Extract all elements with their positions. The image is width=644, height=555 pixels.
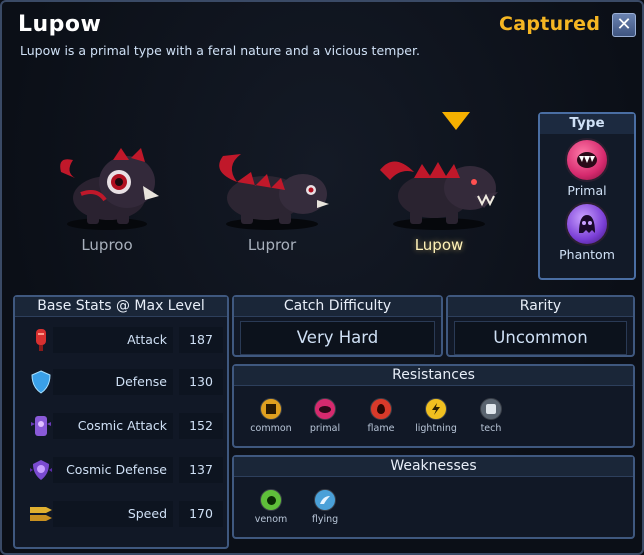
- resistances-panel: Resistances common primal flame lightnin…: [232, 364, 635, 448]
- weakness-label: venom: [254, 514, 288, 525]
- stat-row-attack: Attack 187: [23, 325, 223, 357]
- weaknesses-panel: Weaknesses venom flying: [232, 455, 635, 539]
- resistance-common[interactable]: common: [242, 398, 300, 434]
- resistance-label: primal: [309, 423, 341, 434]
- venom-element-icon: [260, 489, 282, 511]
- stat-label: Speed: [53, 501, 173, 527]
- stat-row-cosmic-defense: Cosmic Defense 137: [23, 455, 223, 487]
- stat-row-speed: Speed 170: [23, 499, 223, 531]
- shield-icon: [27, 368, 55, 396]
- common-element-icon: [260, 398, 282, 420]
- evolution-name: Luproo: [81, 236, 133, 254]
- type-panel-title: Type: [540, 114, 634, 134]
- cosmic-defense-icon: [27, 456, 55, 484]
- weakness-label: flying: [311, 514, 339, 525]
- weakness-venom[interactable]: venom: [242, 489, 300, 525]
- primal-element-icon: [314, 398, 336, 420]
- evolution-luproo[interactable]: Luproo: [42, 142, 172, 254]
- stat-value: 152: [179, 413, 223, 439]
- type-phantom[interactable]: Phantom: [540, 202, 634, 262]
- creature-description: Lupow is a primal type with a feral natu…: [20, 43, 420, 58]
- resistance-primal[interactable]: primal: [296, 398, 354, 434]
- evolution-name-current: Lupow: [414, 236, 464, 254]
- stat-label: Attack: [53, 327, 173, 353]
- resistance-flame[interactable]: flame: [352, 398, 410, 434]
- creature-info-window: Lupow Lupow is a primal type with a fera…: [0, 0, 644, 555]
- close-icon: ✕: [616, 14, 632, 35]
- stat-label: Defense: [53, 369, 173, 395]
- stat-label: Cosmic Attack: [53, 413, 173, 439]
- cosmic-attack-icon: [27, 412, 55, 440]
- phantom-ghost-icon: [565, 202, 609, 246]
- resistances-title: Resistances: [234, 366, 633, 386]
- stat-value: 130: [179, 369, 223, 395]
- evolution-name: Lupror: [247, 236, 297, 254]
- attack-icon: [27, 326, 55, 354]
- type-label: Phantom: [559, 247, 615, 262]
- catch-difficulty-panel: Catch Difficulty Very Hard: [232, 295, 443, 357]
- close-button[interactable]: ✕: [612, 13, 636, 37]
- lupow-sprite: [380, 161, 498, 230]
- lupror-sprite: [219, 154, 329, 230]
- type-panel: Type Primal Phantom: [538, 112, 636, 280]
- flame-element-icon: [370, 398, 392, 420]
- evolution-lupror[interactable]: Lupror: [207, 142, 337, 254]
- captured-status: Captured: [499, 13, 601, 35]
- stat-value: 187: [179, 327, 223, 353]
- weaknesses-title: Weaknesses: [234, 457, 633, 477]
- resistance-label: common: [250, 423, 292, 434]
- resistance-label: tech: [480, 423, 502, 434]
- stat-value: 137: [179, 457, 223, 483]
- type-primal[interactable]: Primal: [540, 138, 634, 198]
- weakness-flying[interactable]: flying: [296, 489, 354, 525]
- speed-icon: [27, 500, 55, 528]
- base-stats-title: Base Stats @ Max Level: [15, 297, 227, 317]
- current-evolution-marker: [442, 112, 470, 130]
- luproo-sprite: [60, 148, 159, 230]
- base-stats-panel: Base Stats @ Max Level Attack 187 Defens…: [13, 295, 229, 549]
- catch-difficulty-title: Catch Difficulty: [234, 297, 441, 317]
- resistance-label: flame: [367, 423, 395, 434]
- resistance-label: lightning: [415, 423, 457, 434]
- primal-fang-icon: [565, 138, 609, 182]
- stat-label: Cosmic Defense: [53, 457, 173, 483]
- creature-title: Lupow: [18, 12, 102, 37]
- resistance-lightning[interactable]: lightning: [407, 398, 465, 434]
- stat-row-cosmic-attack: Cosmic Attack 152: [23, 411, 223, 443]
- rarity-panel: Rarity Uncommon: [446, 295, 635, 357]
- stat-value: 170: [179, 501, 223, 527]
- catch-difficulty-value: Very Hard: [240, 321, 435, 355]
- rarity-title: Rarity: [448, 297, 633, 317]
- evolution-lupow[interactable]: Lupow: [374, 142, 504, 254]
- type-label: Primal: [567, 183, 607, 198]
- flying-element-icon: [314, 489, 336, 511]
- stat-row-defense: Defense 130: [23, 367, 223, 399]
- rarity-value: Uncommon: [454, 321, 627, 355]
- tech-element-icon: [480, 398, 502, 420]
- resistance-tech[interactable]: tech: [462, 398, 520, 434]
- lightning-element-icon: [425, 398, 447, 420]
